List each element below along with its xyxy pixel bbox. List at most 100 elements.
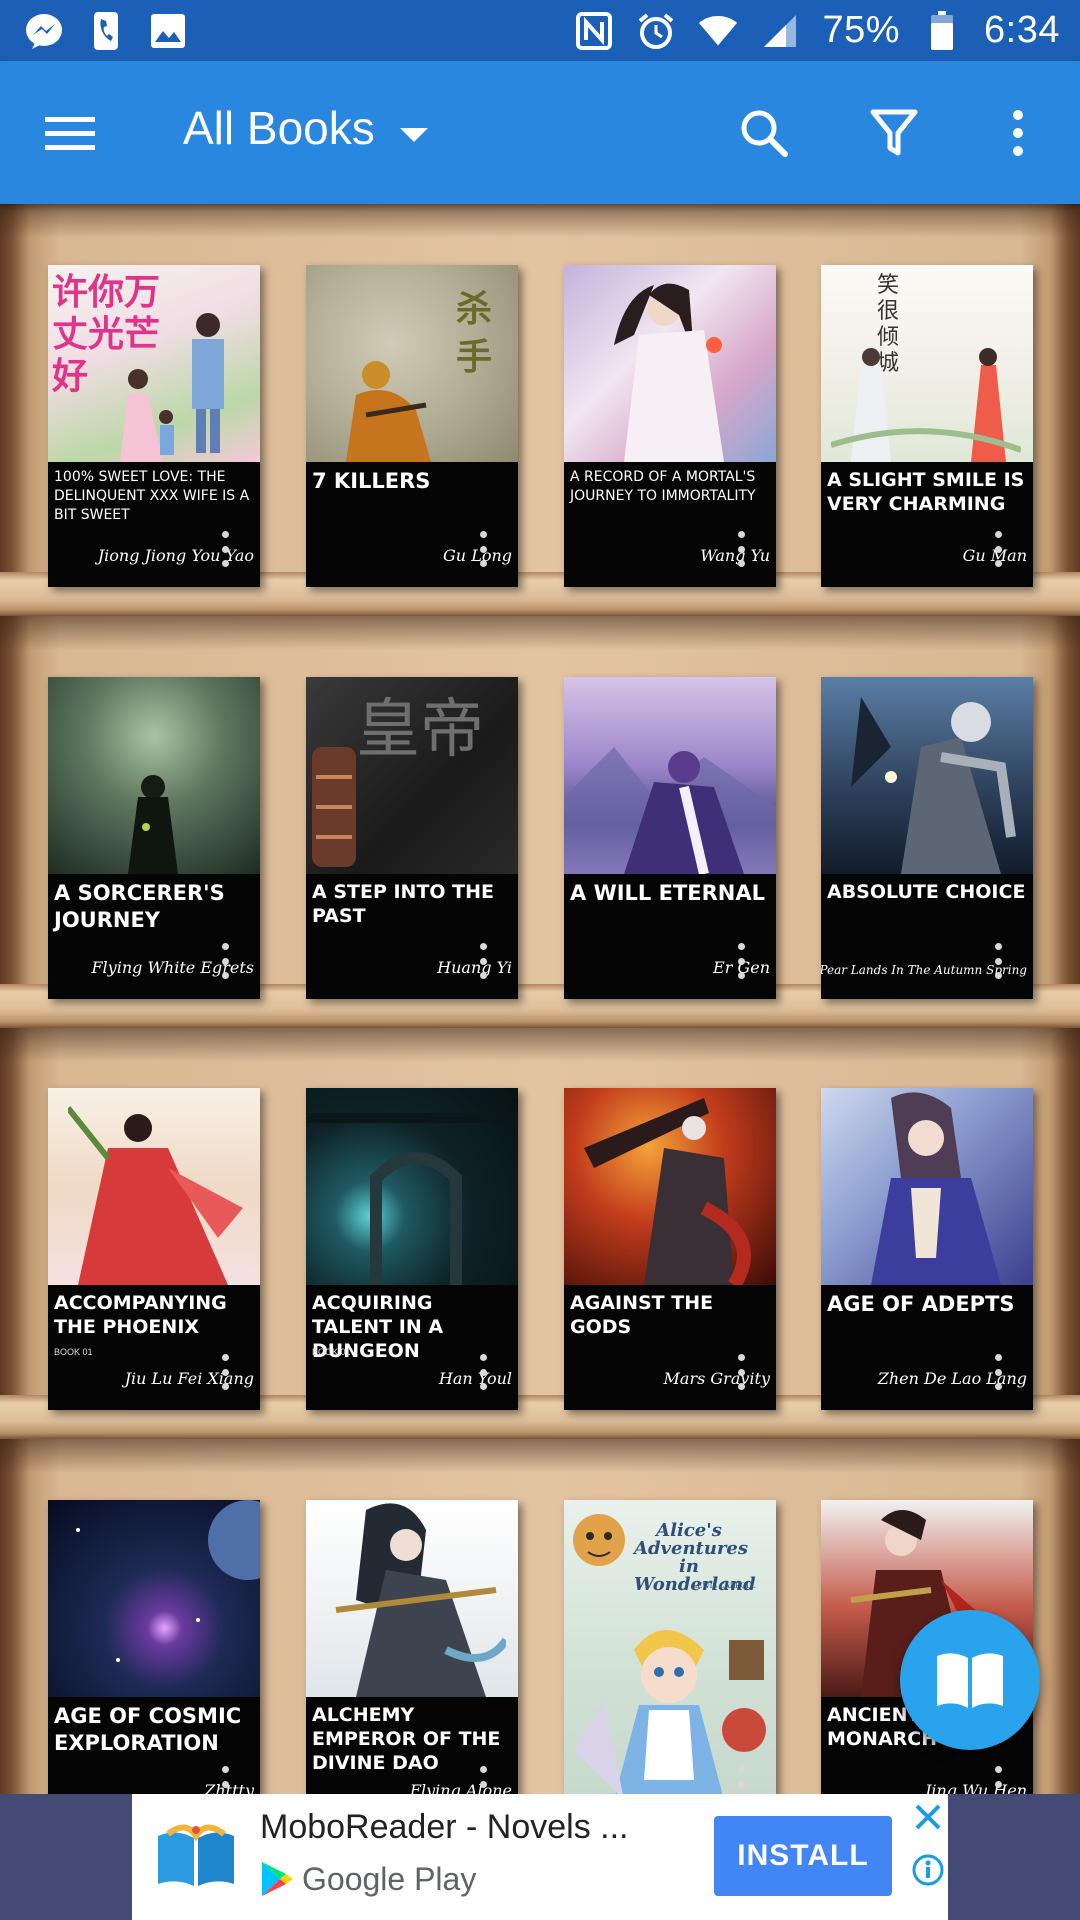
signal-icon <box>760 11 800 51</box>
filter-icon[interactable] <box>866 61 922 204</box>
cover-panel: Absolute Choice Pear Lands In The Autumn… <box>821 874 1033 999</box>
bookshelf: 许你万丈光芒好 100% Sweet Love: The Delinquent … <box>0 204 1080 1794</box>
cover-art <box>821 1088 1033 1285</box>
cover-panel: Alchemy Emperor Of The Divine Dao Flying… <box>306 1697 518 1794</box>
book-title: A Sorcerer's Journey <box>54 881 225 932</box>
more-vert-icon[interactable] <box>1000 61 1036 204</box>
book-title: 7 Killers <box>312 469 431 493</box>
cover-panel: Accompanying The Phoenix BOOK 01 Jiu Lu … <box>48 1285 260 1410</box>
book-author: Mars Gravity <box>663 1369 770 1388</box>
book-more-icon[interactable] <box>736 943 746 979</box>
book-more-icon[interactable] <box>220 531 230 567</box>
book-cover[interactable]: Accompanying The Phoenix BOOK 01 Jiu Lu … <box>48 1088 260 1410</box>
dropdown-arrow-icon <box>399 101 429 155</box>
cover-art <box>48 1088 260 1285</box>
book-more-icon[interactable] <box>993 1766 1003 1794</box>
cover-panel: Against The Gods Mars Gravity <box>564 1285 776 1410</box>
book-cover[interactable]: Age Of Cosmic Exploration Zhttty <box>48 1500 260 1794</box>
moboreader-logo-icon <box>156 1822 236 1892</box>
page-title: All Books <box>183 102 375 154</box>
book-subtitle: BOOK 01 <box>312 1347 351 1357</box>
book-title: Age Of Cosmic Exploration <box>54 1704 242 1755</box>
search-icon[interactable] <box>736 61 792 204</box>
book-cover[interactable]: Alchemy Emperor Of The Divine Dao Flying… <box>306 1500 518 1794</box>
book-cover[interactable]: 笑很倾城 A Slight Smile Is Very Charming Gu … <box>821 265 1033 587</box>
cover-art <box>821 677 1033 874</box>
cover-art: Alice's Adventures in Wonderland Lewis C… <box>564 1500 776 1794</box>
notification-icons <box>24 11 188 51</box>
ad-store-label: Google Play <box>302 1860 477 1897</box>
ad-banner[interactable]: MoboReader - Novels ... Google Play INST… <box>132 1794 948 1920</box>
book-more-icon[interactable] <box>478 1766 488 1794</box>
book-more-icon[interactable] <box>736 1354 746 1390</box>
book-cover[interactable]: 杀手 7 Killers Gu Long <box>306 265 518 587</box>
close-icon[interactable] <box>913 1802 943 1837</box>
book-more-icon[interactable] <box>478 1354 488 1390</box>
book-more-icon[interactable] <box>993 531 1003 567</box>
gallery-icon <box>148 11 188 51</box>
book-title: Absolute Choice <box>827 881 1026 903</box>
book-title: Alchemy Emperor Of The Divine Dao <box>312 1704 501 1774</box>
cover-panel: A Slight Smile Is Very Charming Gu Man <box>821 462 1033 587</box>
cover-panel: A Will Eternal Er Gen <box>564 874 776 999</box>
cover-panel: A Step Into The Past Huang Yi <box>306 874 518 999</box>
cover-art <box>564 265 776 462</box>
book-cover[interactable]: A Sorcerer's Journey Flying White Egrets <box>48 677 260 999</box>
status-bar: 75% 6:34 <box>0 0 1080 61</box>
book-more-icon[interactable] <box>736 1766 746 1794</box>
messenger-icon <box>24 11 64 51</box>
book-more-icon[interactable] <box>478 531 488 567</box>
book-cover[interactable]: 皇帝 A Step Into The Past Huang Yi <box>306 677 518 999</box>
cover-panel: 100% Sweet Love: The Delinquent XXX Wife… <box>48 462 260 587</box>
book-author: Han Youl <box>438 1369 512 1388</box>
book-cover[interactable]: 许你万丈光芒好 100% Sweet Love: The Delinquent … <box>48 265 260 587</box>
phone-icon <box>86 11 126 51</box>
nfc-icon <box>574 11 614 51</box>
cover-panel: A Sorcerer's Journey Flying White Egrets <box>48 874 260 999</box>
cover-art <box>306 1088 518 1285</box>
book-more-icon[interactable] <box>736 531 746 567</box>
book-subtitle: BOOK 01 <box>54 1347 93 1357</box>
book-cover[interactable]: Alice's Adventures in Wonderland Lewis C… <box>564 1500 776 1794</box>
book-more-icon[interactable] <box>478 943 488 979</box>
install-button[interactable]: INSTALL <box>714 1816 892 1896</box>
book-cover[interactable]: Against The Gods Mars Gravity <box>564 1088 776 1410</box>
book-title: A Slight Smile Is Very Charming <box>827 469 1025 515</box>
cover-art: 许你万丈光芒好 <box>48 265 260 462</box>
book-more-icon[interactable] <box>220 1354 230 1390</box>
cover-seal-script: 皇帝 <box>356 693 484 767</box>
cover-panel: 7 Killers Gu Long <box>306 462 518 587</box>
cover-panel: Age Of Adepts Zhen De Lao Lang <box>821 1285 1033 1410</box>
book-author: Jiong Jiong You Yao <box>97 546 254 565</box>
cover-panel: A Record of a Mortal's Journey to Immort… <box>564 462 776 587</box>
cover-panel: Age Of Cosmic Exploration Zhttty <box>48 1697 260 1794</box>
clock: 6:34 <box>984 9 1060 51</box>
cover-art <box>306 1500 518 1697</box>
ad-store: Google Play <box>260 1860 476 1898</box>
book-cover[interactable]: Age Of Adepts Zhen De Lao Lang <box>821 1088 1033 1410</box>
app-bar: All Books <box>0 61 1080 204</box>
book-cover[interactable]: A Record of a Mortal's Journey to Immort… <box>564 265 776 587</box>
open-reader-fab[interactable] <box>900 1610 1040 1750</box>
cover-panel: Acquiring Talent In A Dungeon BOOK 01 Ha… <box>306 1285 518 1410</box>
book-cover[interactable]: Absolute Choice Pear Lands In The Autumn… <box>821 677 1033 999</box>
book-title: Age Of Adepts <box>827 1292 1015 1316</box>
library-filter-dropdown[interactable]: All Books <box>183 101 429 155</box>
info-icon[interactable] <box>912 1854 944 1891</box>
cover-art: 笑很倾城 <box>821 265 1033 462</box>
book-more-icon[interactable] <box>993 1354 1003 1390</box>
book-more-icon[interactable] <box>220 943 230 979</box>
cover-chinese-title: 杀手 <box>456 288 493 378</box>
google-play-icon <box>262 1862 293 1896</box>
open-book-icon <box>937 1653 1003 1708</box>
book-cover[interactable]: Acquiring Talent In A Dungeon BOOK 01 Ha… <box>306 1088 518 1410</box>
hamburger-menu-icon[interactable] <box>38 61 104 204</box>
book-cover[interactable]: A Will Eternal Er Gen <box>564 677 776 999</box>
book-title: A Will Eternal <box>570 881 766 905</box>
book-more-icon[interactable] <box>220 1766 230 1794</box>
book-author: Jiu Lu Fei Xiang <box>124 1369 254 1388</box>
book-title: Against The Gods <box>570 1292 714 1338</box>
cover-art <box>564 677 776 874</box>
book-more-icon[interactable] <box>993 943 1003 979</box>
battery-icon <box>922 10 962 51</box>
